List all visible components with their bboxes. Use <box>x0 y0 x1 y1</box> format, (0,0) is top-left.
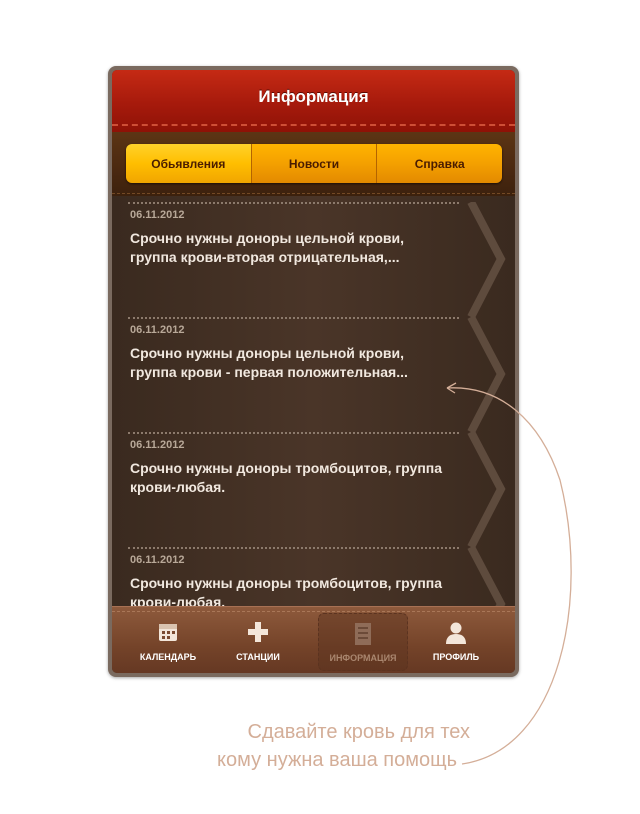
caption-line-2: кому нужна ваша помощь <box>217 749 457 771</box>
caption-line-1: Сдавайте кровь для тех <box>247 721 471 743</box>
annotation-arrow <box>446 382 572 765</box>
